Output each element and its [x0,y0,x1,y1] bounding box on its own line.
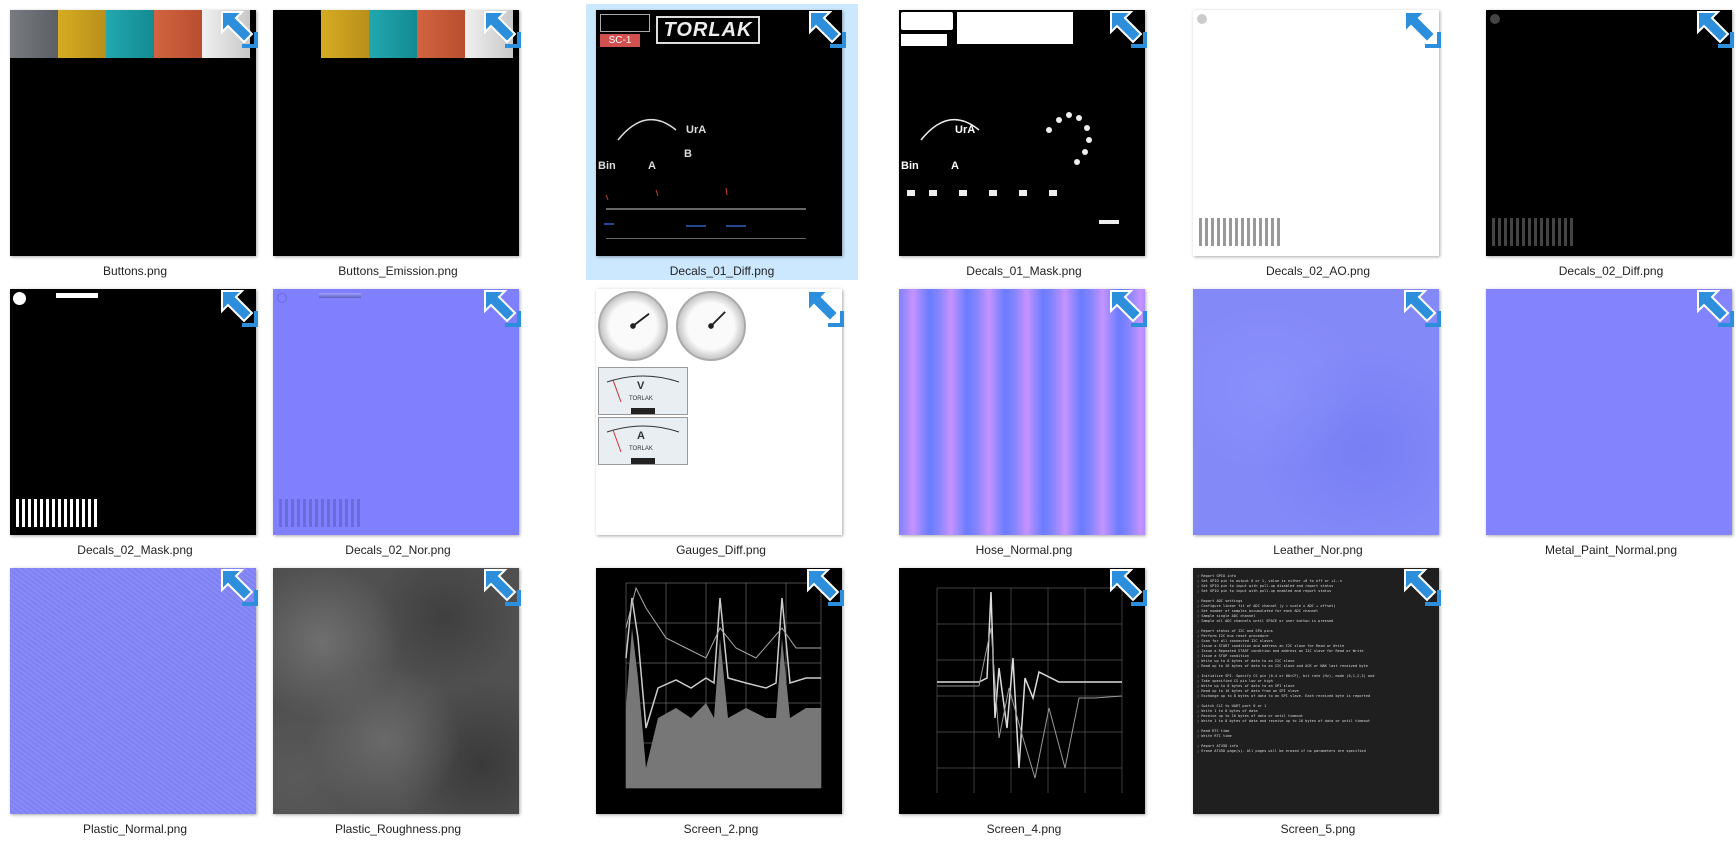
file-item[interactable]: ; Report GPIO info; Set GPIO pin to outp… [1183,558,1453,836]
bar-strip [279,499,360,527]
file-item[interactable]: Plastic_Roughness.png [263,558,533,836]
file-item[interactable]: Buttons_Emission.png [263,0,533,278]
a-label: A [951,160,959,172]
white-bar [56,293,98,298]
swatch-orange [417,10,465,58]
voltmeter: V TORLAK [598,367,688,415]
file-name: Buttons_Emission.png [338,264,458,278]
terminal-line: ; Erase AT45D page(s). All pages will be… [1197,749,1366,753]
file-item[interactable]: Leather_Nor.png [1183,279,1453,557]
shortcut-arrow-icon [218,566,260,608]
swatch-orange [154,10,202,58]
file-item[interactable]: Metal_Paint_Normal.png [1476,279,1736,557]
file-name: Decals_02_Mask.png [77,543,193,557]
file-name: Decals_02_AO.png [1265,264,1371,278]
gauge-dial-icon [598,291,668,361]
file-name: Decals_01_Diff.png [669,264,775,278]
file-name: Screen_5.png [1280,822,1356,836]
swatch-teal [369,10,417,58]
bar [319,293,361,298]
file-item[interactable]: UrA Bin A Decals_01_Mask.png [889,0,1159,278]
swatch-teal [106,10,154,58]
file-item[interactable]: Buttons.png [0,0,270,278]
ammeter: A TORLAK [598,417,688,465]
file-name: Leather_Nor.png [1273,543,1363,557]
meter-letter-v: V [637,380,645,392]
shortcut-arrow-icon [481,287,523,329]
file-name: Plastic_Normal.png [82,822,188,836]
file-name: Metal_Paint_Normal.png [1544,543,1678,557]
file-item[interactable]: Plastic_Normal.png [0,558,270,836]
file-item[interactable]: V TORLAK A TORLAK Gauges_Diff.png [586,279,856,557]
file-name: Buttons.png [102,264,168,278]
meter-brand: TORLAK [629,446,653,452]
ura-label: UrA [686,124,707,136]
swatch-yellow [321,10,369,58]
file-name: Hose_Normal.png [975,543,1073,557]
shortcut-arrow-icon [481,566,523,608]
shortcut-arrow-icon [804,287,846,329]
white-circle [13,292,26,305]
bin-label: Bin [901,160,919,172]
bar-strip [1199,218,1280,246]
meter-letter-a: A [637,430,645,442]
small-circle [277,293,287,303]
bin-label: Bin [598,160,616,172]
file-name: Gauges_Diff.png [676,543,766,557]
shortcut-arrow-icon [804,566,846,608]
file-item[interactable]: Decals_02_Diff.png [1476,0,1736,278]
file-name: Decals_02_Nor.png [345,543,451,557]
shortcut-arrow-icon [1401,8,1443,50]
shortcut-arrow-icon [1694,8,1736,50]
file-name: Plastic_Roughness.png [334,822,462,836]
file-item[interactable]: Decals_02_AO.png [1183,0,1453,278]
swatch-yellow [58,10,106,58]
shortcut-arrow-icon [1401,287,1443,329]
file-item[interactable]: Screen_2.png [586,558,856,836]
file-item[interactable]: Screen_4.png [889,558,1159,836]
shortcut-arrow-icon [1107,287,1149,329]
shortcut-arrow-icon [1107,8,1149,50]
gauge-dial-icon [676,291,746,361]
file-name: Decals_02_Diff.png [1558,264,1664,278]
small-circle [1197,14,1207,24]
file-item[interactable]: Decals_02_Nor.png [263,279,533,557]
shortcut-arrow-icon [806,8,848,50]
bar-strip [16,499,97,527]
shortcut-arrow-icon [1694,287,1736,329]
shortcut-arrow-icon [218,287,260,329]
file-name: Screen_2.png [683,822,759,836]
swatch-gray [10,10,58,58]
ura-label: UrA [955,124,976,136]
shortcut-arrow-icon [218,8,260,50]
shortcut-arrow-icon [481,8,523,50]
shortcut-arrow-icon [1107,566,1149,608]
file-name: Screen_4.png [986,822,1062,836]
a-label: A [648,160,656,172]
bar-strip [1492,218,1573,246]
shortcut-arrow-icon [1401,566,1443,608]
b-label: B [684,148,692,160]
file-item-selected[interactable]: TORLAK SC-1 UrA Bin A B Decals_01_Diff.p… [586,4,858,280]
small-circle [1490,14,1500,24]
file-name: Decals_01_Mask.png [966,264,1082,278]
file-item[interactable]: Hose_Normal.png [889,279,1159,557]
meter-brand: TORLAK [629,396,653,402]
file-item[interactable]: Decals_02_Mask.png [0,279,270,557]
